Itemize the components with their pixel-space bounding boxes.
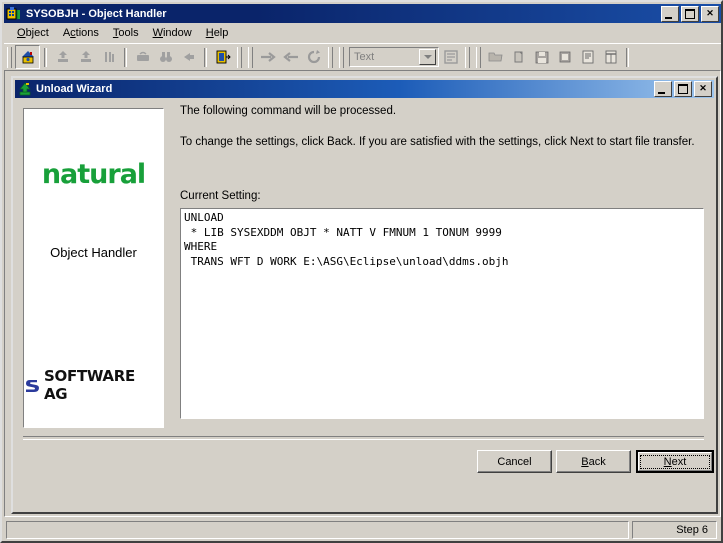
- menu-object[interactable]: Object: [10, 25, 56, 41]
- wizard-button-row: Cancel Back Next: [15, 450, 714, 474]
- arrow-right-icon[interactable]: [256, 46, 279, 68]
- home-icon[interactable]: [15, 45, 40, 69]
- menubar: Object Actions Tools Window Help: [4, 24, 721, 42]
- refresh-icon[interactable]: [302, 46, 325, 68]
- window-titlebar[interactable]: SYSOBJH - Object Handler ✕: [4, 4, 721, 23]
- exit-door-icon[interactable]: [211, 46, 234, 68]
- current-setting-label: Current Setting:: [180, 190, 261, 202]
- toolbar-grip[interactable]: [7, 46, 12, 68]
- object-handler-icon: [6, 6, 22, 22]
- find-binoculars-icon[interactable]: [154, 46, 177, 68]
- toolbar-grip[interactable]: [328, 46, 333, 68]
- next-button[interactable]: Next: [636, 450, 714, 473]
- natural-logo: natural: [41, 159, 146, 190]
- chevron-down-icon[interactable]: [419, 49, 436, 65]
- button-separator: [23, 436, 704, 440]
- toolbar: Text: [4, 43, 721, 70]
- next-button-label: Next: [663, 455, 687, 468]
- software-ag-wordmark: SOFTWARE AG: [43, 367, 135, 403]
- arrow-left-icon[interactable]: [279, 46, 302, 68]
- toolbar-separator: [626, 47, 629, 67]
- save-icon[interactable]: [530, 46, 553, 68]
- back-button-label: Back: [581, 455, 606, 468]
- profile-icon[interactable]: [439, 46, 462, 68]
- wizard-lead-line-1: The following command will be processed.: [180, 105, 397, 117]
- cancel-button[interactable]: Cancel: [477, 450, 552, 473]
- briefcase-icon[interactable]: [131, 46, 154, 68]
- wizard-lead-line-2: To change the settings, click Back. If y…: [180, 136, 695, 148]
- toolbar-grip[interactable]: [339, 46, 344, 68]
- save-as-icon[interactable]: [553, 46, 576, 68]
- toolbar-grip[interactable]: [465, 46, 470, 68]
- menu-window[interactable]: Window: [146, 25, 199, 41]
- format-combo-value: Text: [354, 51, 375, 63]
- application-window: SYSOBJH - Object Handler ✕ Object Action…: [0, 0, 723, 543]
- command-text: UNLOAD * LIB SYSEXDDM OBJT * NATT V FMNU…: [184, 211, 509, 268]
- toolbar-grip[interactable]: [237, 46, 242, 68]
- cancel-button-label: Cancel: [497, 455, 532, 468]
- wizard-close-button[interactable]: ✕: [694, 81, 712, 97]
- admin-tools-icon[interactable]: [97, 46, 120, 68]
- statusbar-step: Step 6: [632, 521, 717, 539]
- wizard-body: natural Object Handler SOFTWARE AG The f…: [15, 99, 714, 512]
- unload-arrow-icon: [17, 81, 33, 97]
- open-folder-icon[interactable]: [484, 46, 507, 68]
- wizard-title: Unload Wizard: [36, 83, 113, 95]
- branding-panel: natural Object Handler SOFTWARE AG: [23, 108, 164, 428]
- mdi-client-area: Unload Wizard ✕ natural Object Handler S…: [4, 70, 721, 517]
- product-subtitle: Object Handler: [50, 245, 137, 260]
- wizard-titlebar[interactable]: Unload Wizard ✕: [15, 80, 714, 98]
- back-button[interactable]: Back: [556, 450, 631, 473]
- menu-tools[interactable]: Tools: [106, 25, 146, 41]
- command-preview-box[interactable]: UNLOAD * LIB SYSEXDDM OBJT * NATT V FMNU…: [180, 208, 704, 419]
- menu-help[interactable]: Help: [199, 25, 236, 41]
- wizard-maximize-button[interactable]: [674, 81, 692, 97]
- list-report-icon[interactable]: [599, 46, 622, 68]
- window-controls: ✕: [661, 5, 719, 22]
- minimize-button[interactable]: [661, 5, 679, 22]
- software-ag-logo: SOFTWARE AG: [24, 367, 163, 403]
- format-combo[interactable]: Text: [349, 47, 439, 67]
- wizard-minimize-button[interactable]: [654, 81, 672, 97]
- unload-icon[interactable]: [51, 46, 74, 68]
- close-button[interactable]: ✕: [701, 5, 719, 22]
- maximize-button[interactable]: [681, 5, 699, 22]
- toolbar-separator: [124, 47, 127, 67]
- report-icon[interactable]: [576, 46, 599, 68]
- menu-actions[interactable]: Actions: [56, 25, 106, 41]
- toolbar-grip[interactable]: [248, 46, 253, 68]
- toolbar-grip[interactable]: [476, 46, 481, 68]
- new-file-icon[interactable]: [507, 46, 530, 68]
- load-icon[interactable]: [74, 46, 97, 68]
- window-title: SYSOBJH - Object Handler: [26, 7, 167, 20]
- toolbar-separator: [44, 47, 47, 67]
- statusbar-message: [6, 521, 629, 539]
- toolbar-separator: [204, 47, 207, 67]
- delete-icon[interactable]: [177, 46, 200, 68]
- statusbar: Step 6: [4, 519, 721, 541]
- unload-wizard-window: Unload Wizard ✕ natural Object Handler S…: [11, 76, 718, 514]
- software-ag-mark-icon: [25, 379, 39, 392]
